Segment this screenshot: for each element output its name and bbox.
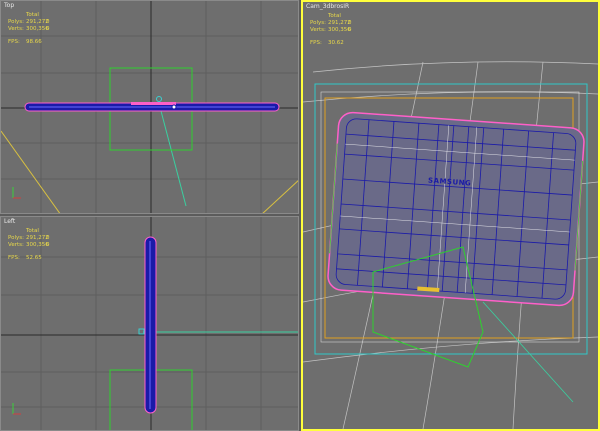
viewport-label[interactable]: Cam_3dbrosIR xyxy=(306,3,349,10)
stats-header: Total xyxy=(26,228,39,234)
verts-selected: 0 xyxy=(46,26,50,32)
fps-value: 98.66 xyxy=(26,39,42,45)
fps-label: FPS: xyxy=(8,39,20,45)
viewport-left[interactable]: Left Total Polys: 291,2720 Verts: 300,3560… xyxy=(0,216,299,431)
verts-value: 300,356 xyxy=(26,26,49,32)
fps-label: FPS: xyxy=(8,255,20,261)
fps-value: 52.65 xyxy=(26,255,42,261)
polys-label: Polys: xyxy=(310,20,326,26)
verts-selected: 0 xyxy=(348,27,352,33)
polys-selected: 0 xyxy=(348,20,352,26)
stats-overlay: Total Polys: 291,2720 Verts: 300,3560 FPS:… xyxy=(8,12,50,46)
stats-overlay: Total Polys: 291,2720 Verts: 300,3560 FPS:… xyxy=(8,228,50,262)
verts-label: Verts: xyxy=(8,242,24,248)
viewport-label[interactable]: Left xyxy=(4,218,15,225)
viewport-label[interactable]: Top xyxy=(4,2,14,9)
fps-label: FPS: xyxy=(310,40,322,46)
camera-view-scene xyxy=(303,61,598,429)
fps-value: 30.62 xyxy=(328,40,344,46)
viewport-camera[interactable]: SAMSUNG Cam_3dbrosIR Total Polys: 291,272… xyxy=(301,0,600,431)
stats-overlay: Total Polys: 291,2720 Verts: 300,3560 FPS:… xyxy=(310,13,352,47)
stats-header: Total xyxy=(26,12,39,18)
polys-selected: 0 xyxy=(46,19,50,25)
verts-value: 300,356 xyxy=(328,27,351,33)
verts-value: 300,356 xyxy=(26,242,49,248)
polys-label: Polys: xyxy=(8,19,24,25)
polys-label: Polys: xyxy=(8,235,24,241)
polys-value: 291,272 xyxy=(26,19,49,25)
viewport-top[interactable]: Top Total Polys: 291,2720 Verts: 300,3560 … xyxy=(0,0,299,214)
polys-value: 291,272 xyxy=(328,20,351,26)
verts-label: Verts: xyxy=(8,26,24,32)
polys-selected: 0 xyxy=(46,235,50,241)
stats-header: Total xyxy=(328,13,341,19)
polys-value: 291,272 xyxy=(26,235,49,241)
verts-label: Verts: xyxy=(310,27,326,33)
verts-selected: 0 xyxy=(46,242,50,248)
